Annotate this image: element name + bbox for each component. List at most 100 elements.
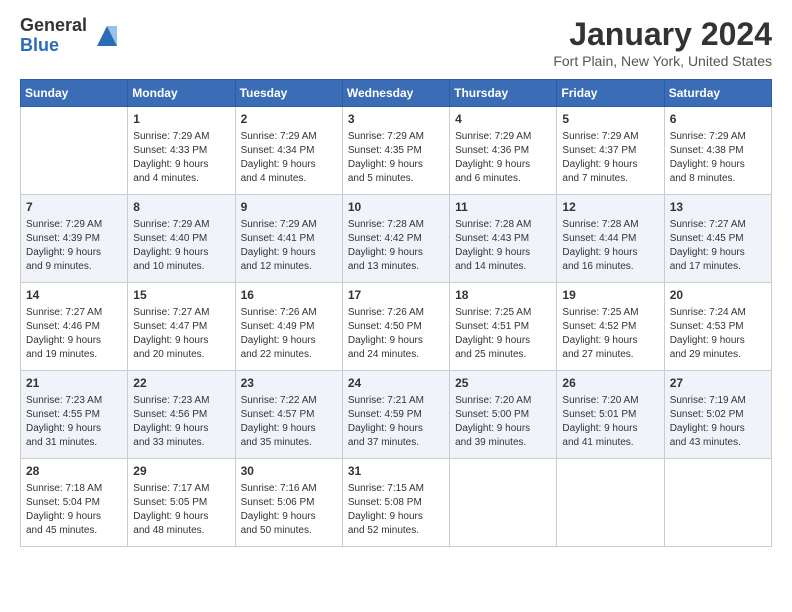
day-number: 14	[26, 287, 122, 304]
day-info-line: Sunrise: 7:28 AM	[562, 218, 658, 232]
day-info-line: Sunrise: 7:29 AM	[241, 130, 337, 144]
day-info-line: and 52 minutes.	[348, 524, 444, 538]
day-number: 13	[670, 199, 766, 216]
day-info-line: Sunrise: 7:29 AM	[26, 218, 122, 232]
day-info-line: Sunset: 4:59 PM	[348, 408, 444, 422]
day-info-line: Sunrise: 7:29 AM	[241, 218, 337, 232]
day-info-line: Daylight: 9 hours	[241, 510, 337, 524]
day-info-line: Sunrise: 7:27 AM	[26, 306, 122, 320]
day-info-line: and 39 minutes.	[455, 436, 551, 450]
calendar-cell: 26Sunrise: 7:20 AMSunset: 5:01 PMDayligh…	[557, 371, 664, 459]
day-info-line: Sunrise: 7:29 AM	[133, 218, 229, 232]
calendar-cell: 10Sunrise: 7:28 AMSunset: 4:42 PMDayligh…	[342, 195, 449, 283]
day-number: 12	[562, 199, 658, 216]
calendar-header-sunday: Sunday	[21, 80, 128, 107]
calendar-cell: 7Sunrise: 7:29 AMSunset: 4:39 PMDaylight…	[21, 195, 128, 283]
day-number: 23	[241, 375, 337, 392]
calendar-week-row: 21Sunrise: 7:23 AMSunset: 4:55 PMDayligh…	[21, 371, 772, 459]
day-info-line: Sunset: 4:33 PM	[133, 144, 229, 158]
day-info-line: and 4 minutes.	[133, 172, 229, 186]
day-info-line: Daylight: 9 hours	[562, 422, 658, 436]
day-info-line: Sunset: 4:39 PM	[26, 232, 122, 246]
calendar-cell: 2Sunrise: 7:29 AMSunset: 4:34 PMDaylight…	[235, 107, 342, 195]
day-info-line: and 33 minutes.	[133, 436, 229, 450]
calendar-cell: 11Sunrise: 7:28 AMSunset: 4:43 PMDayligh…	[450, 195, 557, 283]
day-number: 15	[133, 287, 229, 304]
calendar-cell: 22Sunrise: 7:23 AMSunset: 4:56 PMDayligh…	[128, 371, 235, 459]
day-info-line: and 50 minutes.	[241, 524, 337, 538]
day-info-line: Sunset: 4:44 PM	[562, 232, 658, 246]
day-number: 27	[670, 375, 766, 392]
calendar-cell	[557, 459, 664, 547]
day-info-line: Daylight: 9 hours	[670, 422, 766, 436]
day-info-line: Sunrise: 7:18 AM	[26, 482, 122, 496]
page-header: General Blue January 2024 Fort Plain, Ne…	[20, 16, 772, 69]
calendar-cell: 21Sunrise: 7:23 AMSunset: 4:55 PMDayligh…	[21, 371, 128, 459]
day-info-line: Sunset: 4:53 PM	[670, 320, 766, 334]
day-info-line: Sunrise: 7:24 AM	[670, 306, 766, 320]
calendar-cell: 28Sunrise: 7:18 AMSunset: 5:04 PMDayligh…	[21, 459, 128, 547]
day-info-line: and 24 minutes.	[348, 348, 444, 362]
day-info-line: Sunset: 4:46 PM	[26, 320, 122, 334]
day-info-line: Sunrise: 7:25 AM	[455, 306, 551, 320]
day-info-line: and 27 minutes.	[562, 348, 658, 362]
day-info-line: Sunrise: 7:29 AM	[455, 130, 551, 144]
day-info-line: Sunrise: 7:29 AM	[133, 130, 229, 144]
day-number: 9	[241, 199, 337, 216]
calendar-cell: 19Sunrise: 7:25 AMSunset: 4:52 PMDayligh…	[557, 283, 664, 371]
day-info-line: Sunset: 4:41 PM	[241, 232, 337, 246]
day-info-line: Sunrise: 7:27 AM	[670, 218, 766, 232]
day-info-line: Daylight: 9 hours	[133, 510, 229, 524]
day-info-line: Sunset: 4:40 PM	[133, 232, 229, 246]
day-number: 11	[455, 199, 551, 216]
day-info-line: Sunset: 4:47 PM	[133, 320, 229, 334]
day-info-line: Sunset: 5:05 PM	[133, 496, 229, 510]
calendar-cell: 27Sunrise: 7:19 AMSunset: 5:02 PMDayligh…	[664, 371, 771, 459]
logo-blue-text: Blue	[20, 36, 87, 56]
day-number: 18	[455, 287, 551, 304]
calendar-cell: 29Sunrise: 7:17 AMSunset: 5:05 PMDayligh…	[128, 459, 235, 547]
day-info-line: Sunset: 4:57 PM	[241, 408, 337, 422]
calendar-week-row: 7Sunrise: 7:29 AMSunset: 4:39 PMDaylight…	[21, 195, 772, 283]
day-info-line: Sunset: 4:51 PM	[455, 320, 551, 334]
day-info-line: Sunset: 4:38 PM	[670, 144, 766, 158]
calendar-cell: 6Sunrise: 7:29 AMSunset: 4:38 PMDaylight…	[664, 107, 771, 195]
day-info-line: and 41 minutes.	[562, 436, 658, 450]
calendar-cell	[664, 459, 771, 547]
calendar-header-saturday: Saturday	[664, 80, 771, 107]
calendar-cell: 9Sunrise: 7:29 AMSunset: 4:41 PMDaylight…	[235, 195, 342, 283]
calendar-header-row: SundayMondayTuesdayWednesdayThursdayFrid…	[21, 80, 772, 107]
day-info-line: and 4 minutes.	[241, 172, 337, 186]
logo-icon	[93, 22, 121, 50]
day-info-line: Sunrise: 7:26 AM	[241, 306, 337, 320]
day-info-line: Daylight: 9 hours	[348, 510, 444, 524]
calendar-cell: 4Sunrise: 7:29 AMSunset: 4:36 PMDaylight…	[450, 107, 557, 195]
day-info-line: Sunset: 4:35 PM	[348, 144, 444, 158]
calendar-cell: 1Sunrise: 7:29 AMSunset: 4:33 PMDaylight…	[128, 107, 235, 195]
day-info-line: and 10 minutes.	[133, 260, 229, 274]
calendar-cell: 23Sunrise: 7:22 AMSunset: 4:57 PMDayligh…	[235, 371, 342, 459]
day-number: 20	[670, 287, 766, 304]
day-info-line: Sunset: 5:06 PM	[241, 496, 337, 510]
day-info-line: Sunrise: 7:19 AM	[670, 394, 766, 408]
calendar-cell: 16Sunrise: 7:26 AMSunset: 4:49 PMDayligh…	[235, 283, 342, 371]
day-info-line: Sunrise: 7:29 AM	[348, 130, 444, 144]
location: Fort Plain, New York, United States	[553, 53, 772, 69]
day-info-line: Sunset: 5:01 PM	[562, 408, 658, 422]
calendar-cell	[21, 107, 128, 195]
day-info-line: Sunrise: 7:28 AM	[348, 218, 444, 232]
day-info-line: and 13 minutes.	[348, 260, 444, 274]
day-info-line: and 35 minutes.	[241, 436, 337, 450]
day-info-line: and 22 minutes.	[241, 348, 337, 362]
day-number: 17	[348, 287, 444, 304]
day-number: 22	[133, 375, 229, 392]
day-info-line: and 6 minutes.	[455, 172, 551, 186]
day-number: 7	[26, 199, 122, 216]
day-number: 8	[133, 199, 229, 216]
calendar-cell: 3Sunrise: 7:29 AMSunset: 4:35 PMDaylight…	[342, 107, 449, 195]
day-info-line: Daylight: 9 hours	[348, 246, 444, 260]
calendar-cell: 18Sunrise: 7:25 AMSunset: 4:51 PMDayligh…	[450, 283, 557, 371]
day-info-line: Daylight: 9 hours	[241, 334, 337, 348]
day-info-line: Sunset: 4:52 PM	[562, 320, 658, 334]
calendar-table: SundayMondayTuesdayWednesdayThursdayFrid…	[20, 79, 772, 547]
